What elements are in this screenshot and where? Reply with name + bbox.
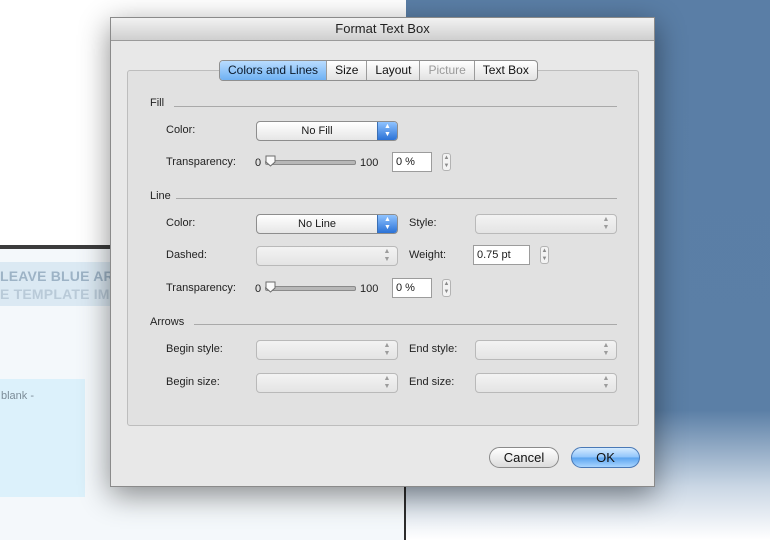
popup-arrows-icon: ▲ ▼ xyxy=(602,375,610,390)
popup-arrows-icon: ▲ ▼ xyxy=(377,215,397,233)
fill-color-popup[interactable]: No Fill ▲ ▼ xyxy=(256,121,398,141)
begin-style-popup[interactable]: ▲ ▼ xyxy=(256,340,398,360)
line-color-label: Color: xyxy=(166,217,196,229)
line-slider-max: 100 xyxy=(360,283,379,295)
line-weight-label: Weight: xyxy=(409,249,447,261)
line-heading: Line xyxy=(150,190,171,202)
fill-rule xyxy=(174,106,617,107)
line-dashed-label: Dashed: xyxy=(166,249,207,261)
line-color-popup[interactable]: No Line ▲ ▼ xyxy=(256,214,398,234)
begin-size-popup[interactable]: ▲ ▼ xyxy=(256,373,398,393)
line-color-value: No Line xyxy=(298,218,336,230)
fill-slider-min: 0 xyxy=(255,157,262,169)
line-transparency-stepper[interactable]: ▲ ▼ xyxy=(442,279,451,297)
tab-bar: Colors and Lines Size Layout Picture Tex… xyxy=(219,60,538,81)
tab-size[interactable]: Size xyxy=(326,61,366,80)
tab-text-box[interactable]: Text Box xyxy=(473,61,537,80)
cancel-button[interactable]: Cancel xyxy=(489,447,559,468)
slider-thumb-icon[interactable] xyxy=(265,281,276,293)
fill-transparency-field[interactable]: 0 % xyxy=(392,152,432,172)
arrows-heading: Arrows xyxy=(150,316,185,328)
end-style-popup[interactable]: ▲ ▼ xyxy=(475,340,617,360)
line-slider-min: 0 xyxy=(255,283,262,295)
begin-style-label: Begin style: xyxy=(166,343,223,355)
tab-layout[interactable]: Layout xyxy=(366,61,419,80)
format-text-box-dialog: Format Text Box Colors and Lines Size La… xyxy=(110,17,655,487)
fill-slider-max: 100 xyxy=(360,157,379,169)
fill-color-label: Color: xyxy=(166,124,196,136)
line-transparency-slider[interactable] xyxy=(265,286,356,291)
begin-size-label: Begin size: xyxy=(166,376,220,388)
fill-color-value: No Fill xyxy=(301,125,333,137)
slider-thumb-icon[interactable] xyxy=(265,155,276,167)
document-text-box-label: blank - xyxy=(1,390,35,402)
arrows-rule xyxy=(194,324,617,325)
popup-arrows-icon: ▲ ▼ xyxy=(383,342,391,357)
fill-transparency-slider[interactable] xyxy=(265,160,356,165)
line-rule xyxy=(176,198,617,199)
line-style-popup[interactable]: ▲ ▼ xyxy=(475,214,617,234)
tab-picture[interactable]: Picture xyxy=(419,61,473,80)
ok-button[interactable]: OK xyxy=(571,447,640,468)
line-weight-field[interactable]: 0.75 pt xyxy=(473,245,530,265)
end-size-label: End size: xyxy=(409,376,455,388)
popup-arrows-icon: ▲ ▼ xyxy=(383,248,391,263)
fill-heading: Fill xyxy=(150,97,165,109)
line-transparency-label: Transparency: xyxy=(166,282,236,294)
dialog-title[interactable]: Format Text Box xyxy=(111,18,654,41)
end-size-popup[interactable]: ▲ ▼ xyxy=(475,373,617,393)
line-style-label: Style: xyxy=(409,217,437,229)
fill-transparency-label: Transparency: xyxy=(166,156,236,168)
tab-colors-and-lines[interactable]: Colors and Lines xyxy=(220,61,327,80)
popup-arrows-icon: ▲ ▼ xyxy=(377,122,397,140)
line-transparency-field[interactable]: 0 % xyxy=(392,278,432,298)
popup-arrows-icon: ▲ ▼ xyxy=(383,375,391,390)
line-weight-stepper[interactable]: ▲ ▼ xyxy=(540,246,549,264)
line-dashed-popup[interactable]: ▲ ▼ xyxy=(256,246,398,266)
fill-transparency-stepper[interactable]: ▲ ▼ xyxy=(442,153,451,171)
popup-arrows-icon: ▲ ▼ xyxy=(602,216,610,231)
end-style-label: End style: xyxy=(409,343,458,355)
popup-arrows-icon: ▲ ▼ xyxy=(602,342,610,357)
